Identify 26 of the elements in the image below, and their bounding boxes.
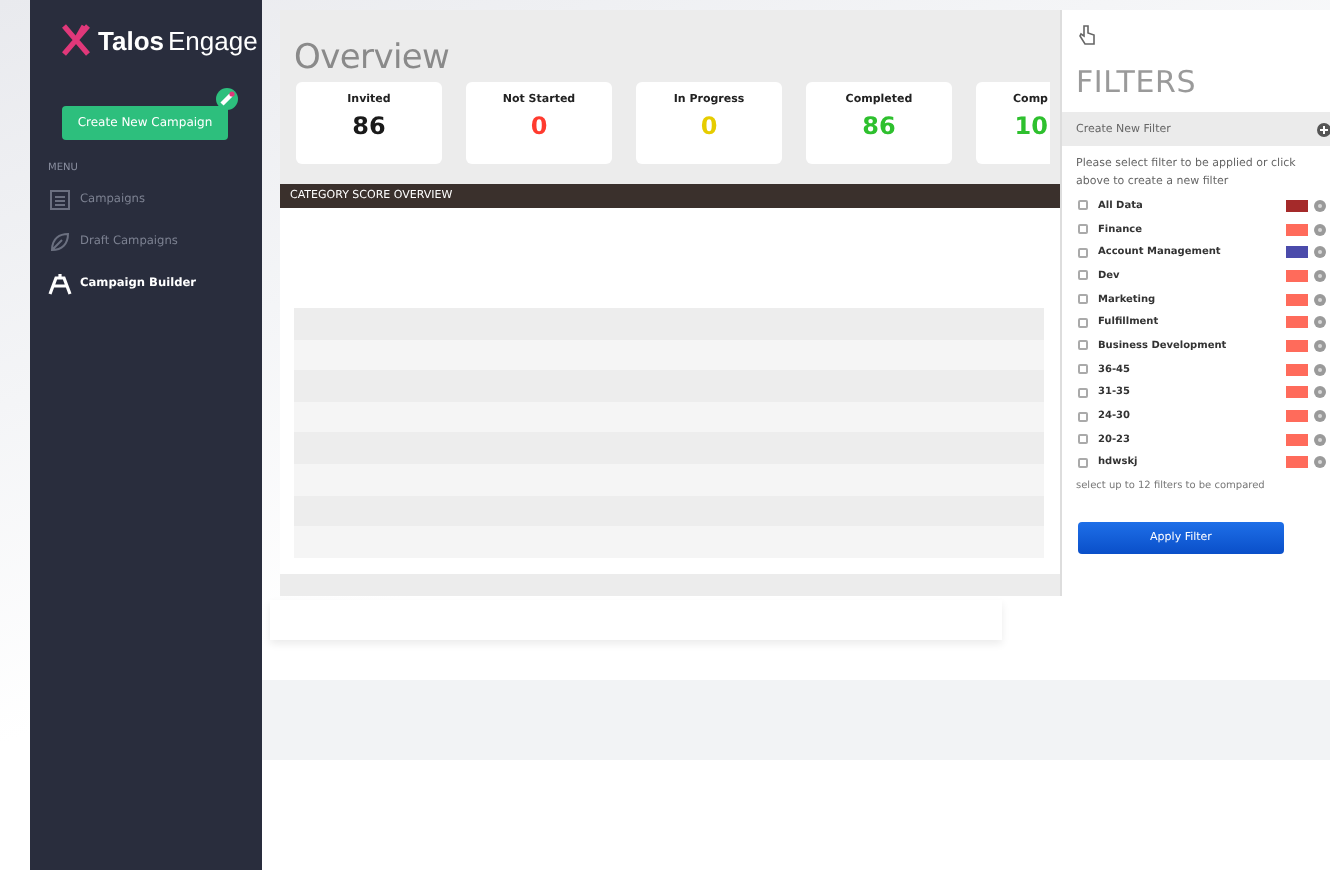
stat-value: 86 — [862, 112, 896, 140]
stat-value: 86 — [352, 112, 386, 140]
checkbox[interactable] — [1078, 270, 1088, 281]
add-icon[interactable] — [1316, 121, 1330, 137]
page-title: Overview — [294, 38, 452, 78]
checkbox[interactable] — [1078, 364, 1088, 375]
leaf-icon — [48, 229, 72, 253]
brand-logo: Talos Engage — [98, 25, 258, 55]
checkbox[interactable] — [1078, 247, 1088, 258]
filters-title: FILTERS — [1076, 66, 1199, 100]
checkbox[interactable] — [1078, 200, 1088, 211]
checkbox[interactable] — [1078, 317, 1088, 328]
stat-value: 10 — [1014, 112, 1048, 140]
checkbox[interactable] — [1078, 294, 1088, 305]
stat-value: 0 — [530, 112, 548, 140]
pointer-icon — [1078, 24, 1096, 46]
checkbox[interactable] — [1078, 457, 1088, 468]
crane-icon — [48, 271, 72, 295]
checkbox[interactable] — [1078, 224, 1088, 235]
checkbox[interactable] — [1078, 411, 1088, 422]
checkbox[interactable] — [1078, 340, 1088, 351]
checkbox[interactable] — [1078, 387, 1088, 398]
list-icon — [48, 187, 72, 211]
stat-value: 0 — [700, 112, 718, 140]
logo-icon — [60, 24, 92, 56]
checkbox[interactable] — [1078, 434, 1088, 445]
